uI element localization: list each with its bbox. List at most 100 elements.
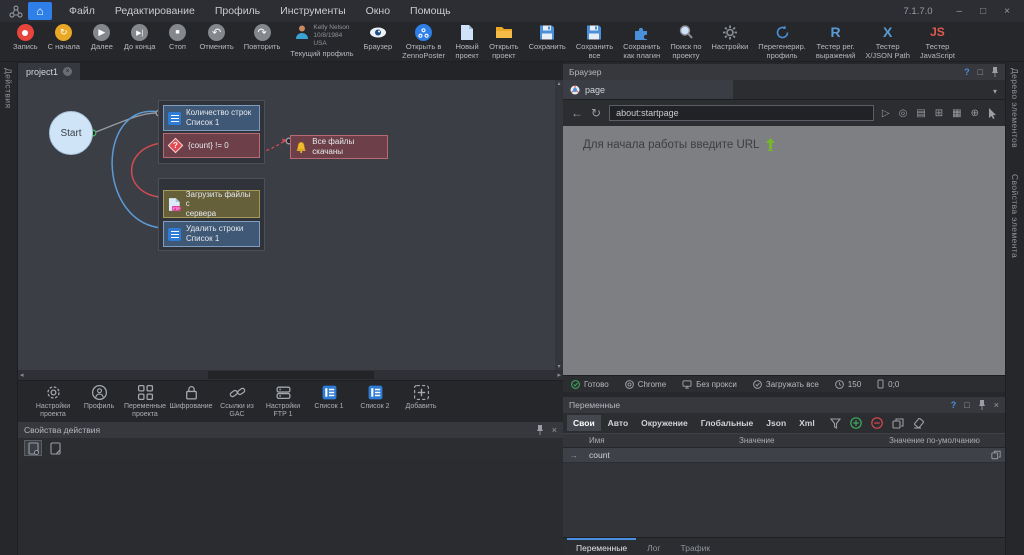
tab-profile[interactable]: Профиль (76, 384, 122, 411)
eraser-icon[interactable] (913, 418, 925, 429)
minimize-button[interactable]: – (949, 4, 971, 19)
close-button[interactable]: × (996, 4, 1018, 19)
actions-rail[interactable]: Действия (0, 62, 18, 555)
tab-project-settings[interactable]: Настройки проекта (30, 384, 76, 420)
xpath-tester-button[interactable]: X Тестер X/JSON Path (860, 24, 915, 60)
js-tester-button[interactable]: JS Тестер JavaScript (915, 24, 960, 60)
home-button[interactable]: ⌂ (28, 2, 52, 20)
step-next-button[interactable]: ▶ Далее (85, 24, 119, 52)
add-section-button[interactable]: Добавить (398, 384, 444, 411)
layers-icon[interactable]: ⊞ (935, 108, 943, 119)
tab-close-icon[interactable]: × (63, 67, 72, 76)
start-node[interactable]: Start (49, 111, 93, 155)
vars-tab-environment[interactable]: Окружение (635, 415, 694, 431)
pin-icon[interactable] (991, 67, 999, 77)
url-input[interactable] (609, 105, 874, 121)
element-properties-rail[interactable]: Свойства элемента (1010, 174, 1020, 258)
record-button[interactable]: Запись (8, 24, 43, 52)
tab-encryption[interactable]: Шифрование (168, 384, 214, 411)
back-icon[interactable]: ← (571, 106, 583, 120)
variables-table-body[interactable] (563, 463, 1005, 537)
canvas-horizontal-scrollbar[interactable]: ◂ ▸ (18, 370, 563, 380)
copy-row-icon[interactable] (991, 450, 1005, 460)
page-source-icon[interactable]: ▤ (916, 108, 925, 119)
redo-button[interactable]: ↷ Повторить (239, 24, 286, 52)
tab-gac-references[interactable]: Ссылки из GAC (214, 384, 260, 420)
menu-tools[interactable]: Инструменты (271, 2, 354, 20)
node-delete-rows[interactable]: Удалить строки Список 1 (163, 221, 260, 247)
panel-icon[interactable]: ▦ (952, 108, 961, 119)
run-icon[interactable]: ▷ (882, 108, 890, 119)
status-load-mode[interactable]: Загружать все (753, 380, 819, 389)
variable-row-count[interactable]: → count (563, 448, 1005, 463)
new-project-button[interactable]: Новый проект (450, 24, 484, 60)
doc-edit-icon[interactable] (46, 440, 64, 456)
browser-tab-page[interactable]: page (563, 80, 733, 99)
tab-list2[interactable]: Список 2 (352, 384, 398, 411)
maximize-panel-icon[interactable]: □ (978, 67, 983, 77)
status-proxy[interactable]: Без прокси (682, 380, 737, 389)
pin-icon[interactable] (536, 425, 544, 435)
col-default[interactable]: Значение по-умолчанию (885, 436, 1005, 445)
doc-settings-icon[interactable] (24, 440, 42, 456)
tab-project-variables[interactable]: Переменные проекта (122, 384, 168, 420)
settings-button[interactable]: Настройки (707, 24, 754, 52)
remove-variable-icon[interactable] (871, 417, 883, 429)
current-profile-button[interactable]: Kelly Nelson 10/8/1984 USA Текущий профи… (285, 24, 358, 59)
scroll-left-icon[interactable]: ◂ (20, 371, 24, 379)
copy-icon[interactable] (892, 418, 904, 429)
status-engine[interactable]: Chrome (625, 380, 666, 389)
menu-help[interactable]: Помощь (401, 2, 460, 20)
browser-toggle-button[interactable]: Браузер (359, 24, 398, 52)
canvas-vertical-scrollbar[interactable]: ▴ ▾ (555, 80, 563, 370)
scroll-right-icon[interactable]: ▸ (557, 371, 561, 379)
status-timeout[interactable]: 150 (835, 380, 861, 389)
refresh-icon[interactable]: ↻ (591, 106, 601, 120)
menu-edit[interactable]: Редактирование (106, 2, 204, 20)
node-download-ftp[interactable]: FTP Загрузить файлы с сервера (163, 190, 260, 218)
save-all-button[interactable]: Сохранить все (571, 24, 618, 60)
vars-tab-json[interactable]: Json (760, 415, 792, 431)
tab-list-caret-icon[interactable]: ▾ (993, 87, 1005, 99)
menu-file[interactable]: Файл (60, 2, 104, 20)
maximize-panel-icon[interactable]: □ (964, 400, 969, 410)
search-project-button[interactable]: Поиск по проекту (665, 24, 706, 60)
menu-window[interactable]: Окно (357, 2, 399, 20)
scroll-down-icon[interactable]: ▾ (557, 363, 560, 370)
help-icon[interactable]: ? (964, 67, 970, 77)
bottom-tab-variables[interactable]: Переменные (567, 538, 636, 555)
regex-tester-button[interactable]: R Тестер рег. выражений (811, 24, 860, 60)
scroll-up-icon[interactable]: ▴ (557, 80, 560, 87)
filter-icon[interactable] (830, 418, 841, 429)
node-condition[interactable]: ? {count} != 0 (163, 133, 260, 158)
tab-project1[interactable]: project1 × (18, 63, 80, 80)
open-in-zennoposter-button[interactable]: Открыть в ZennoPoster (397, 24, 450, 60)
run-to-end-button[interactable]: ▶| До конца (119, 24, 161, 52)
target-icon[interactable]: ◎ (899, 108, 908, 119)
save-button[interactable]: Сохранить (524, 24, 571, 52)
regenerate-profile-button[interactable]: Перегенерир. профиль (753, 24, 811, 60)
bottom-tab-log[interactable]: Лог (638, 538, 669, 555)
vars-tab-xml[interactable]: Xml (793, 415, 821, 431)
bottom-tab-traffic[interactable]: Трафик (672, 538, 720, 555)
save-as-plugin-button[interactable]: Сохранить как плагин (618, 24, 665, 60)
close-panel-icon[interactable]: × (994, 400, 999, 410)
status-coords[interactable]: 0;0 (877, 379, 899, 389)
restart-button[interactable]: ↻ С начала (43, 24, 85, 52)
vars-tab-own[interactable]: Свои (567, 415, 601, 431)
variable-name[interactable]: count (585, 450, 735, 460)
scrollbar-thumb[interactable] (208, 371, 374, 379)
tab-list1[interactable]: Список 1 (306, 384, 352, 411)
menu-profile[interactable]: Профиль (206, 2, 269, 20)
elements-tree-rail[interactable]: Дерево элементов (1010, 68, 1020, 148)
stop-button[interactable]: ■ Стоп (160, 24, 194, 52)
close-panel-icon[interactable]: × (552, 425, 557, 435)
undo-button[interactable]: ↶ Отменить (194, 24, 238, 52)
cursor-icon[interactable] (988, 108, 997, 119)
globe-icon[interactable]: ⊕ (971, 108, 979, 119)
open-project-button[interactable]: Открыть проект (484, 24, 523, 60)
pin-icon[interactable] (978, 400, 986, 410)
maximize-button[interactable]: □ (972, 4, 994, 19)
vars-tab-auto[interactable]: Авто (602, 415, 635, 431)
browser-viewport[interactable]: Для начала работы введите URL (563, 126, 1005, 375)
